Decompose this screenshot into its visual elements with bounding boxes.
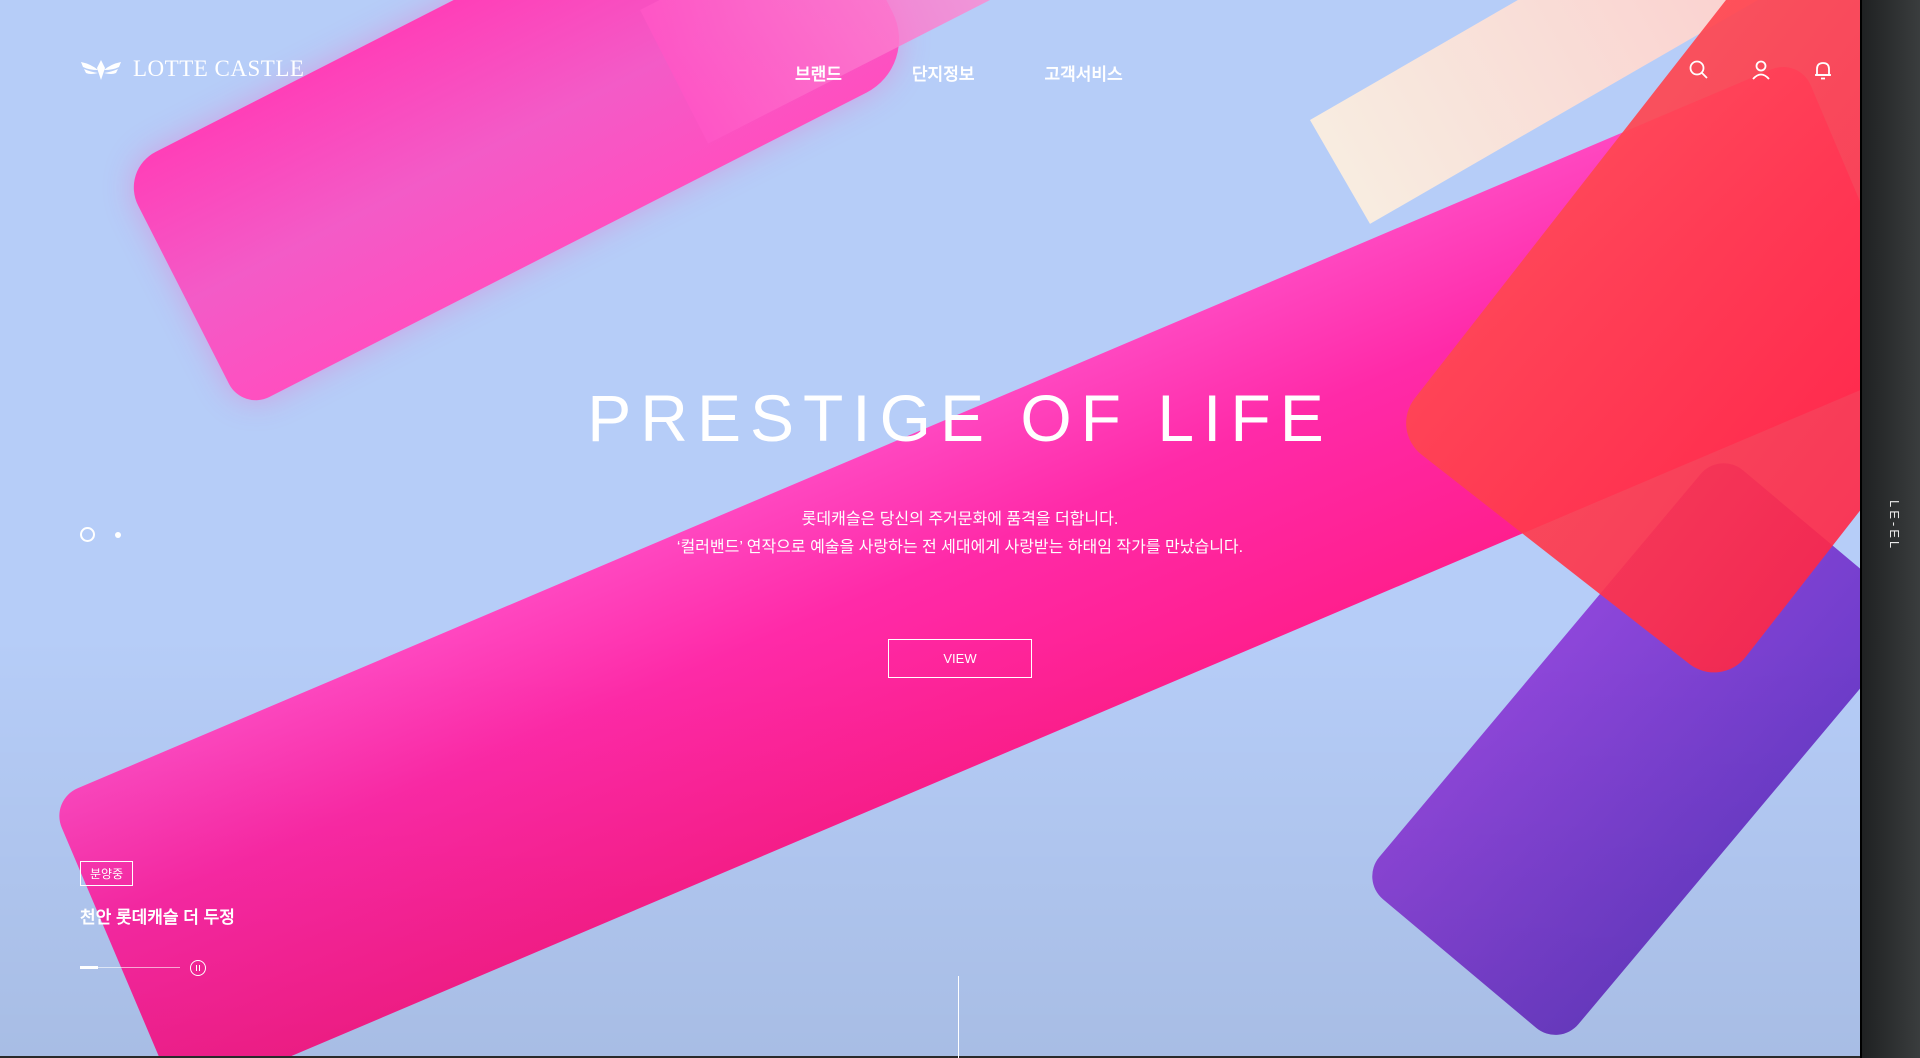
nav-brand[interactable]: 브랜드 (795, 60, 842, 85)
hero-description: 롯데캐슬은 당신의 주거문화에 품격을 더합니다. ‘컬러밴드’ 연작으로 예술… (0, 506, 1920, 562)
status-badge: 분양중 (80, 861, 134, 886)
hero-headline: PRESTIGE OF LIFE (587, 381, 1333, 455)
pause-icon-bar (199, 965, 200, 971)
slide-dot-active[interactable] (80, 527, 95, 542)
pause-icon (196, 965, 197, 971)
slide-dot[interactable] (115, 531, 121, 538)
logo-text: LOTTE CASTLE (133, 56, 305, 81)
bell-icon[interactable] (1812, 59, 1834, 81)
main-nav: 브랜드 단지정보 고객서비스 (795, 60, 1123, 85)
slide-progress-fill (80, 966, 98, 969)
castle-eagle-icon (81, 60, 121, 80)
slide-pagination (80, 527, 121, 542)
brand-logo[interactable]: LOTTE CASTLE (79, 56, 304, 82)
hero-description-line1: 롯데캐슬은 당신의 주거문화에 품격을 더합니다. (801, 511, 1119, 528)
slide-progress-bar (80, 966, 180, 969)
hero-description-line2: ‘컬러밴드’ 연작으로 예술을 사랑하는 전 세대에게 사랑받는 하태임 작가를… (676, 539, 1244, 556)
nav-customer-service[interactable]: 고객서비스 (1044, 60, 1122, 85)
nav-complex-info[interactable]: 단지정보 (912, 60, 975, 85)
view-button[interactable]: VIEW (888, 639, 1032, 678)
project-title[interactable]: 천안 롯데캐슬 더 두정 (80, 903, 235, 928)
scroll-indicator (958, 976, 959, 1058)
header-icons (1688, 59, 1834, 81)
search-icon[interactable] (1688, 59, 1710, 81)
pause-button[interactable] (190, 960, 206, 976)
user-icon[interactable] (1750, 59, 1772, 81)
page: LE-EL LOTTE CASTLE 브랜드 단지정보 고객서비스 PRESTI… (0, 0, 1920, 1058)
